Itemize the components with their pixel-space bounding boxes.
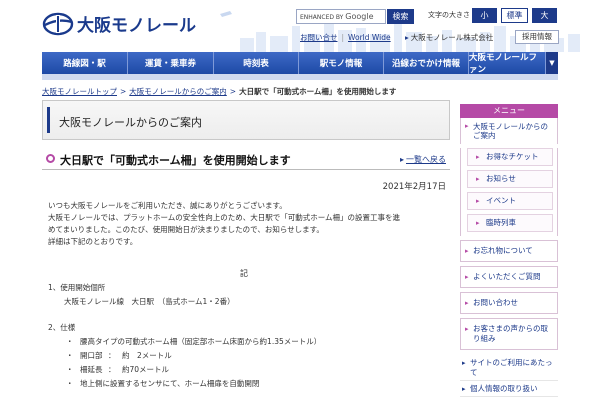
search-prefix: ENHANCED BY [300,14,344,21]
spec-bullet: ・ [66,379,74,388]
nav-monorail-fan[interactable]: 大阪モノレールファン [469,52,546,75]
font-size-label: 文字の大きさ [428,11,470,19]
section-accent-bar [47,107,50,133]
nav-outing-info[interactable]: 沿線おでかけ情報 [384,52,469,74]
spec-label: 柵延長 [80,365,103,374]
body-paragraph: めてまいりました。このたび、使用開始日が決まりましたので、お知らせします。 [48,225,324,234]
breadcrumb-top[interactable]: 大阪モノレールトップ [42,86,117,97]
company-link[interactable]: 大阪モノレール株式会社 [405,32,494,43]
font-large-button[interactable]: 大 [532,8,557,23]
spec-line: 腰高タイプの可動式ホーム柵（固定部ホーム床面から約1.35メートル） [80,337,322,346]
sidebar-subitem-news[interactable]: お知らせ [467,170,553,188]
privacy-link[interactable]: 個人情報の取り扱い [460,384,558,397]
ki-heading: 記 [240,269,248,278]
breadcrumb: 大阪モノレールトップ > 大阪モノレールからのご案内 > 大日駅で「可動式ホーム… [42,86,396,97]
sidebar-item-label: お問い合わせ [473,298,518,307]
sidebar-submenu: お得なチケット お知らせ イベント 臨時列車 [460,148,558,236]
body-paragraph: 詳細は下記のとおりです。 [48,237,138,246]
spec-bullet: ・ [66,365,74,374]
sidebar-menu: メニュー 大阪モノレールからのご案内 お得なチケット お知らせ イベント 臨時列… [460,104,558,400]
sidebar-item-lost-items[interactable]: お忘れ物について [460,240,558,262]
nav-more-button[interactable]: ▼ [546,52,558,74]
search-button[interactable]: 検索 [387,9,414,24]
spec-separator: ： [108,351,116,360]
world-wide-link[interactable]: World Wide [348,33,391,42]
breadcrumb-section[interactable]: 大阪モノレールからのご案内 [129,86,227,97]
body-paragraph: 大阪モノレールでは、プラットホームの安全性向上のため、大日駅で「可動式ホーム柵」… [48,213,401,222]
item1-title: 1、使用開始個所 [48,283,106,292]
spec-value: 約 2メートル [122,351,172,360]
font-small-button[interactable]: 小 [472,8,497,23]
nav-station-info[interactable]: 駅モノ情報 [299,52,384,74]
section-header: 大阪モノレールからのご案内 [42,100,450,140]
sidebar-item-contact[interactable]: お問い合わせ [460,292,558,314]
spec-label: 開口部 [80,351,103,360]
utility-separator: | [341,33,345,42]
site-usage-link[interactable]: サイトのご利用にあたって [460,358,558,381]
ring-bullet-icon [46,154,55,163]
monorail-logo-icon [42,12,74,35]
back-to-list-link[interactable]: 一覧へ戻る [400,154,446,165]
sidebar-item-announcements[interactable]: 大阪モノレールからのご案内 [460,118,558,144]
spec-separator: ： [108,365,116,374]
body-paragraph: いつも大阪モノレールをご利用いただき、誠にありがとうございます。 [48,201,287,210]
contact-link[interactable]: お問い合せ [300,32,338,43]
sidebar-subitem-tickets[interactable]: お得なチケット [467,148,553,166]
sidebar-item-label: よくいただくご質問 [473,272,541,281]
sidebar-subitem-events[interactable]: イベント [467,192,553,210]
search-brand: Google [345,12,374,21]
item1-detail: 大阪モノレール線 大日駅 （島式ホーム1・2番） [64,297,235,306]
sidebar-item-label: お客さまの声からの取り組み [473,324,548,343]
item2-title: 2、仕様 [48,323,76,332]
font-standard-button[interactable]: 標準 [501,8,528,23]
site-logo[interactable]: 大阪モノレール [42,11,196,36]
nav-subbar [42,74,558,80]
nav-fares[interactable]: 運賃・乗車券 [128,52,214,74]
nav-route-map[interactable]: 路線図・駅 [42,52,128,74]
article-header: 大日駅で「可動式ホーム柵」を使用開始します 一覧へ戻る [42,148,450,170]
menu-header: メニュー [460,104,558,118]
sidebar-item-customer-voice[interactable]: お客さまの声からの取り組み [460,318,558,350]
global-nav: 路線図・駅 運賃・乗車券 時刻表 駅モノ情報 沿線おでかけ情報 大阪モノレールフ… [42,52,558,75]
logo-text: 大阪モノレール [77,16,196,36]
sidebar-subitem-special-trains[interactable]: 臨時列車 [467,214,553,232]
nav-timetable[interactable]: 時刻表 [214,52,299,74]
recruit-button[interactable]: 採用情報 [515,30,559,44]
sidebar-item-label: お忘れ物について [473,246,533,255]
section-title: 大阪モノレールからのご案内 [59,116,202,129]
breadcrumb-current: 大日駅で「可動式ホーム柵」を使用開始します [239,87,397,96]
sidebar-link-list: サイトのご利用にあたって 個人情報の取り扱い [460,358,558,397]
breadcrumb-separator: > [229,87,237,96]
spec-bullet: ・ [66,351,74,360]
site-header: 大阪モノレール ENHANCED BY Google 検索 文字の大きさ 小 標… [0,0,600,52]
sidebar-item-faq[interactable]: よくいただくご質問 [460,266,558,288]
utility-links: お問い合せ | World Wide [300,32,391,43]
spec-bullet: ・ [66,337,74,346]
article-title: 大日駅で「可動式ホーム柵」を使用開始します [60,154,291,167]
article-date: 2021年2月17日 [382,182,446,192]
spec-line: 地上側に設置するセンサにて、ホーム柵扉を自動開閉 [80,379,260,388]
spec-value: 約70メートル [122,365,170,374]
chevron-down-icon: ▼ [549,59,555,67]
breadcrumb-separator: > [120,87,127,96]
search-input[interactable]: ENHANCED BY Google [296,9,386,24]
